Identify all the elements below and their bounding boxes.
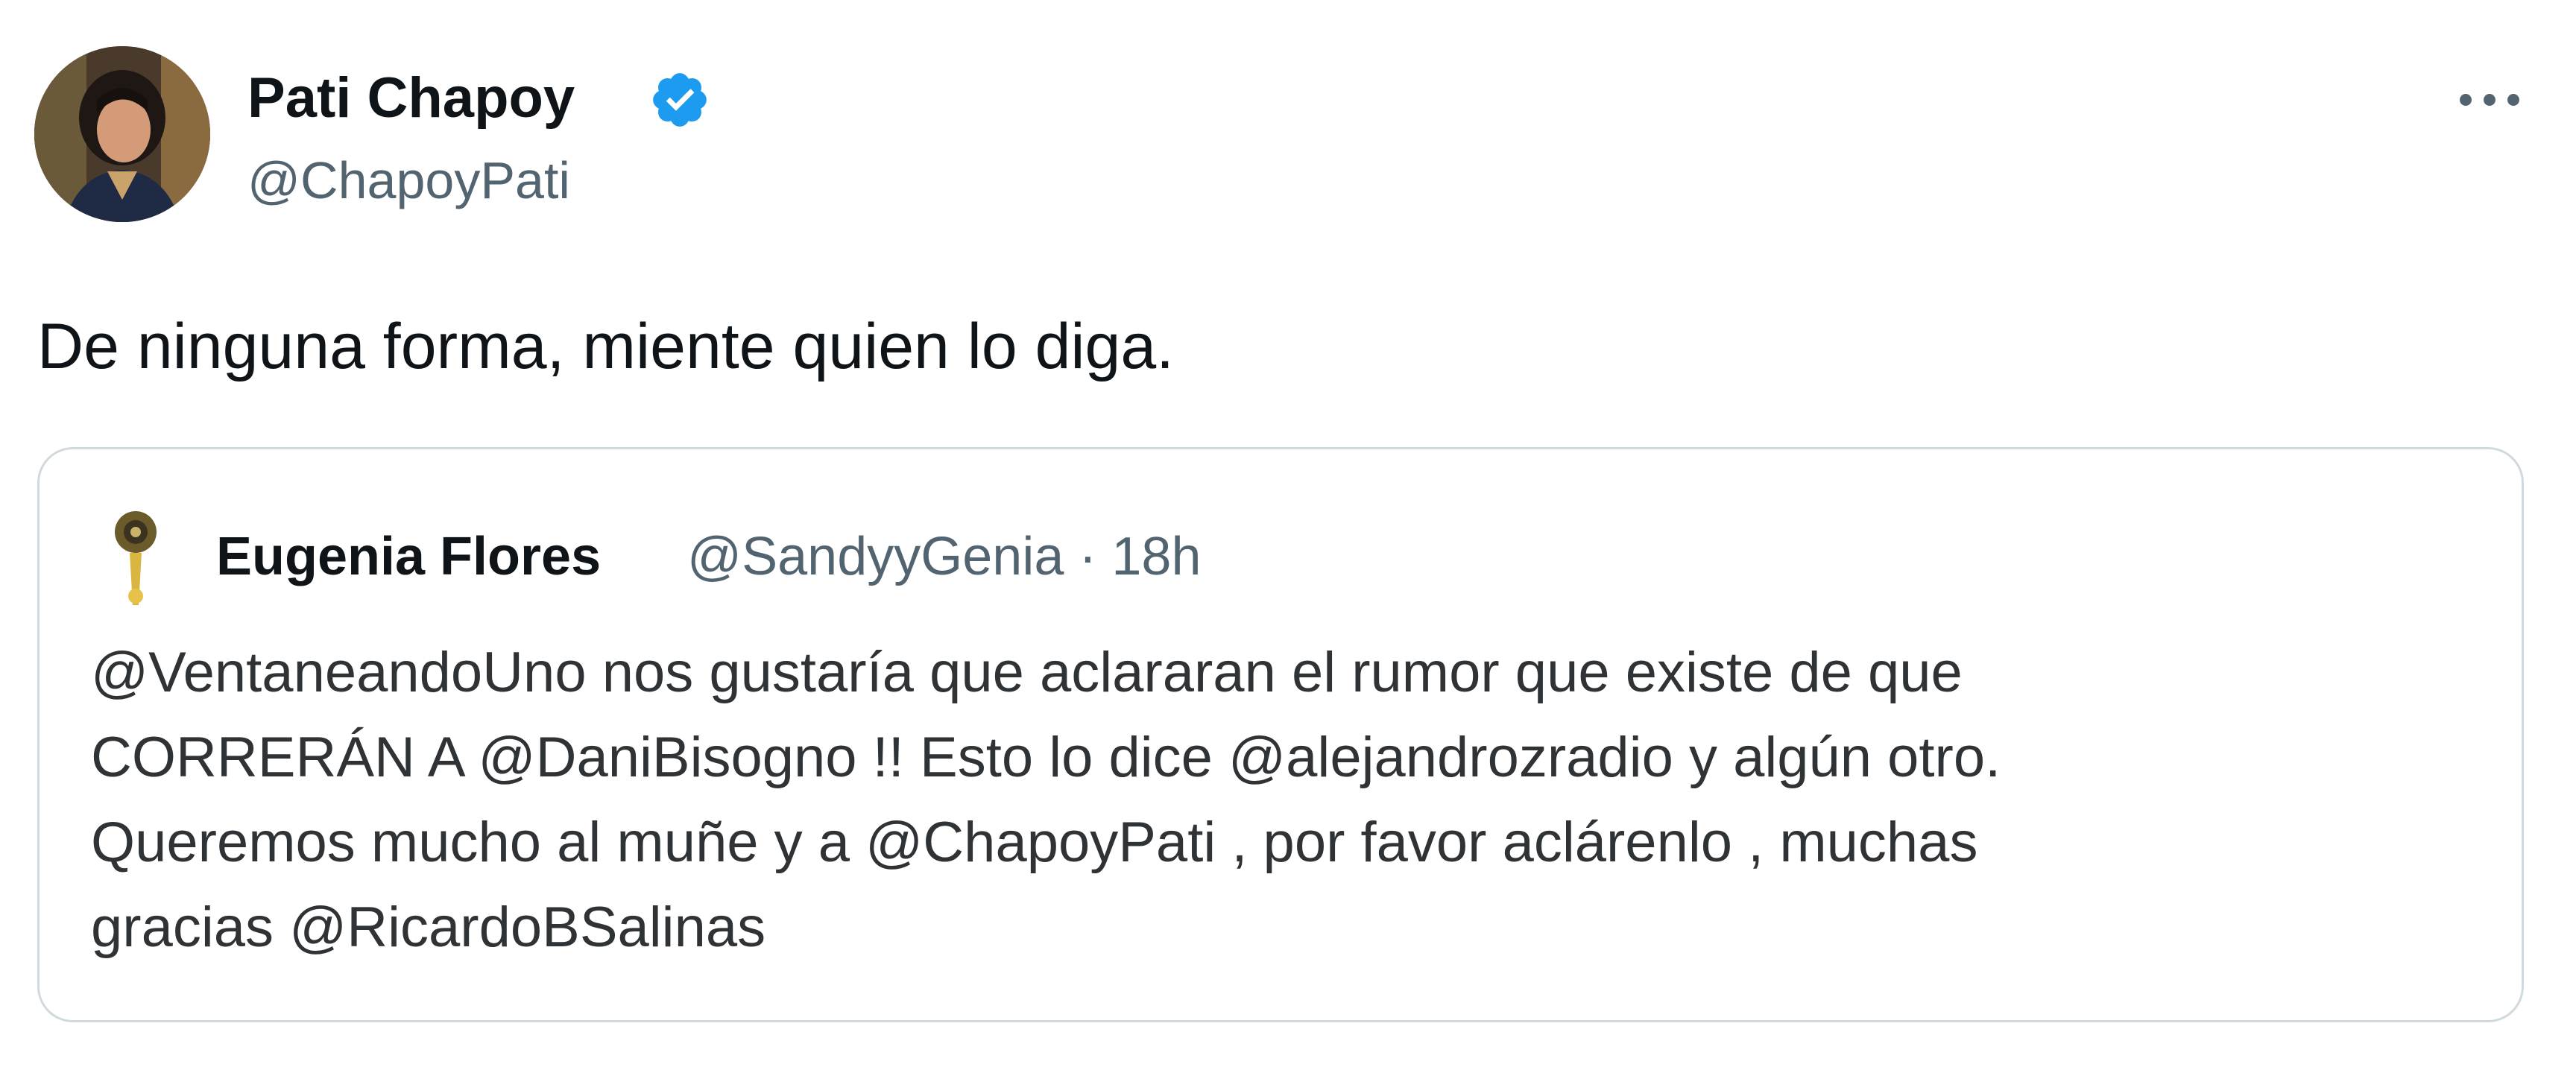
avatar-photo xyxy=(34,46,210,222)
tweet-text: De ninguna forma, miente quien lo diga. xyxy=(37,311,1175,382)
quote-text-line: Queremos mucho al muñe y a @ChapoyPati ,… xyxy=(91,811,1978,874)
verified-badge-icon xyxy=(653,73,707,127)
quote-author-name[interactable]: Eugenia Flores xyxy=(216,525,601,589)
author-handle[interactable]: @ChapoyPati xyxy=(247,149,570,212)
author-name[interactable]: Pati Chapoy xyxy=(247,64,575,133)
tweet-card: Pati Chapoy @ChapoyPati De ninguna forma… xyxy=(0,0,2576,1073)
quote-author-handle[interactable]: @SandyyGenia xyxy=(687,527,1064,586)
quote-author-avatar[interactable] xyxy=(106,507,165,611)
author-avatar[interactable] xyxy=(34,46,210,222)
quote-time[interactable]: 18h xyxy=(1111,527,1201,586)
more-options-icon[interactable] xyxy=(2452,77,2527,122)
quote-text-line: @VentaneandoUno nos gustaría que aclarar… xyxy=(91,641,1963,704)
quote-text-line: CORRERÁN A @DaniBisogno !! Esto lo dice … xyxy=(91,726,2001,789)
quote-meta: @SandyyGenia · 18h xyxy=(687,525,1202,589)
meta-separator: · xyxy=(1079,527,1097,586)
quote-text-line: gracias @RicardoBSalinas xyxy=(91,896,766,959)
